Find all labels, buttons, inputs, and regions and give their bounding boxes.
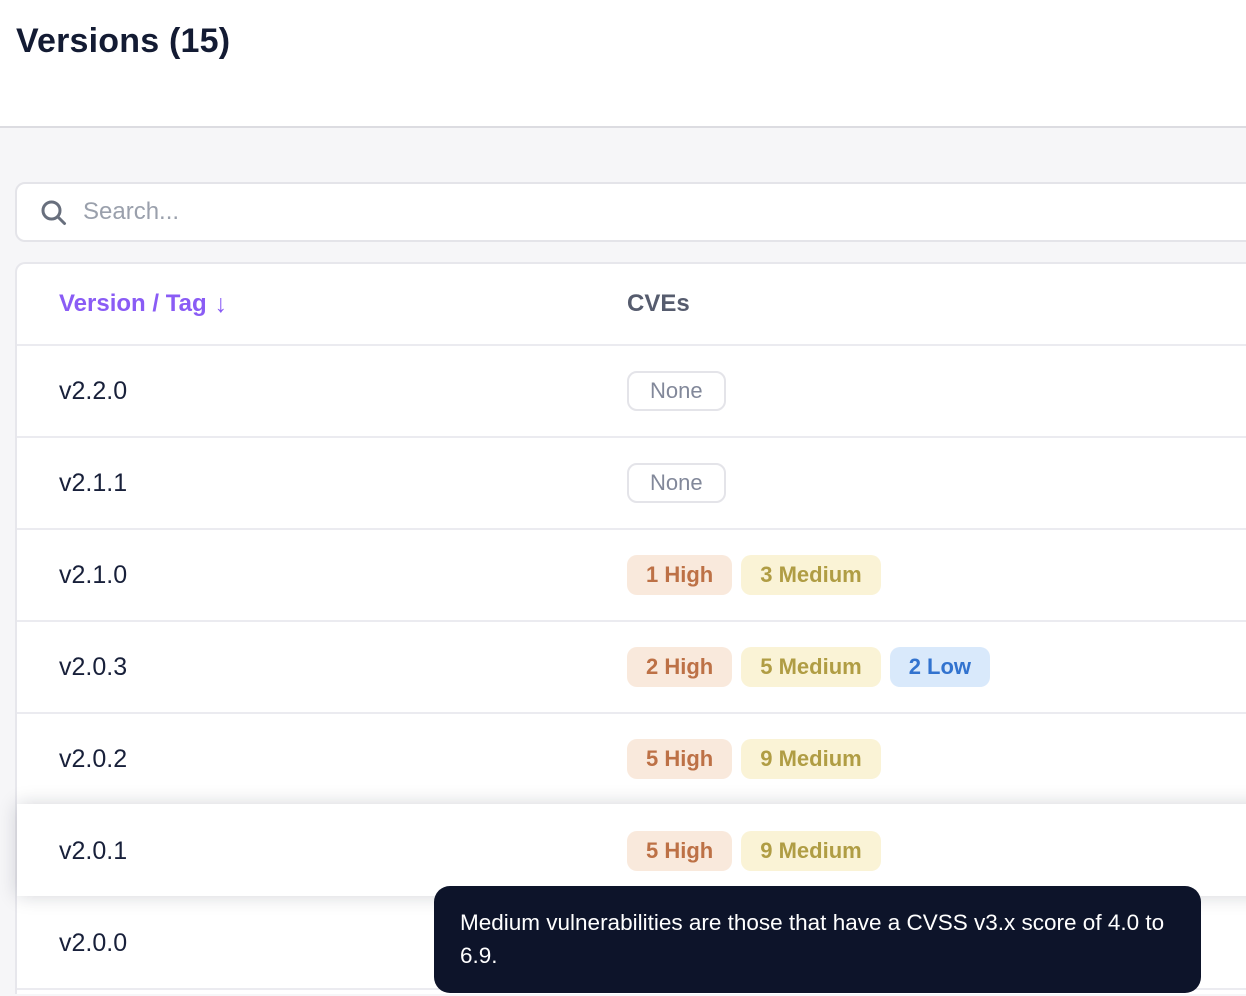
search-input[interactable] (81, 197, 1246, 227)
versions-table: Version / Tag ↓ CVEs v2.2.0 None v2.1.1 … (15, 262, 1246, 994)
version-label: v2.2.0 (59, 376, 128, 405)
version-label: v2.0.0 (59, 928, 128, 957)
page-header: Versions (15) (0, 0, 1246, 128)
version-label: v2.1.1 (59, 468, 128, 497)
cve-badge-high[interactable]: 5 High (627, 831, 733, 871)
cve-badges: 2 High 5 Medium 2 Low (627, 647, 1246, 687)
table-row[interactable]: v2.2.0 None (17, 344, 1246, 436)
table-row[interactable]: v2.0.3 2 High 5 Medium 2 Low (17, 620, 1246, 712)
cve-badges: None (627, 371, 1246, 411)
cve-badge-high[interactable]: 1 High (627, 555, 733, 595)
table-row[interactable]: v2.0.1 5 High 9 Medium (17, 804, 1246, 896)
cve-badge-medium[interactable]: 5 Medium (741, 647, 881, 687)
table-row[interactable]: v2.0.2 5 High 9 Medium (17, 712, 1246, 804)
version-label: v2.1.0 (59, 560, 128, 589)
column-header-cves: CVEs (627, 290, 690, 317)
cve-badges: 5 High 9 Medium (627, 831, 1246, 871)
cve-badges: 1 High 3 Medium (627, 555, 1246, 595)
cve-badges: 5 High 9 Medium (627, 739, 1246, 779)
version-label: v2.0.1 (59, 836, 128, 865)
cve-badge-medium[interactable]: 9 Medium (741, 831, 881, 871)
column-header-version-tag[interactable]: Version / Tag ↓ (59, 290, 227, 319)
page-title: Versions (15) (16, 22, 231, 60)
sort-desc-icon: ↓ (214, 289, 228, 318)
cve-badges: None (627, 463, 1246, 503)
cve-badge-high[interactable]: 2 High (627, 647, 733, 687)
cve-badge-high[interactable]: 5 High (627, 739, 733, 779)
table-header-row: Version / Tag ↓ CVEs (17, 264, 1246, 344)
table-row[interactable]: v2.1.0 1 High 3 Medium (17, 528, 1246, 620)
search-box[interactable] (15, 182, 1246, 242)
table-row[interactable]: v2.1.1 None (17, 436, 1246, 528)
cve-badge-low[interactable]: 2 Low (889, 647, 991, 687)
search-icon (41, 200, 66, 225)
cve-badge-none[interactable]: None (627, 371, 726, 411)
version-label: v2.0.3 (59, 652, 128, 681)
column-header-version-tag-label: Version / Tag (59, 290, 207, 317)
medium-cves-tooltip: Medium vulnerabilities are those that ha… (434, 886, 1201, 993)
cve-badge-medium[interactable]: 3 Medium (741, 555, 881, 595)
version-label: v2.0.2 (59, 744, 128, 773)
cve-badge-medium[interactable]: 9 Medium (741, 739, 881, 779)
cve-badge-none[interactable]: None (627, 463, 726, 503)
tooltip-text: Medium vulnerabilities are those that ha… (460, 910, 1165, 969)
